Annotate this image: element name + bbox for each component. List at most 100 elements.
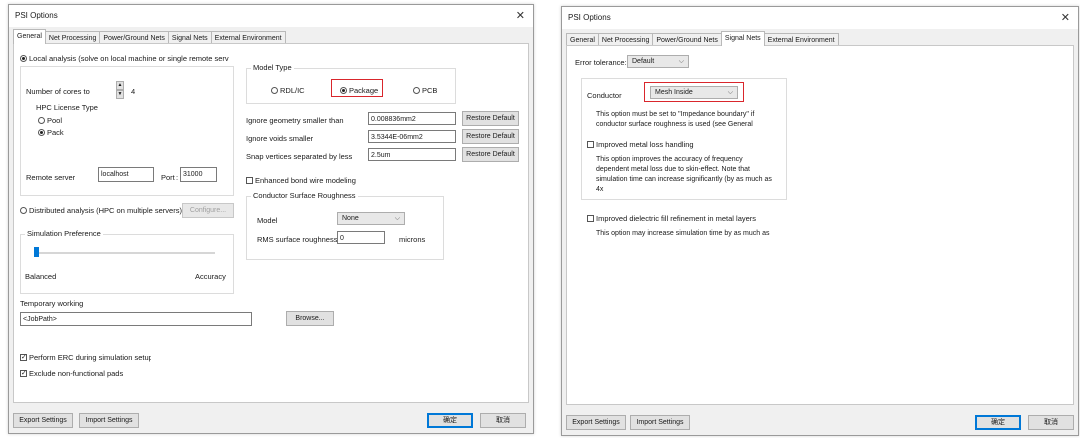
hpc-license-label: HPC License Type [36, 103, 98, 112]
conductor-label: Conductor [587, 91, 622, 100]
right-signal-nets-panel: Error tolerance: Default ⌵ Conductor Mes… [566, 45, 1074, 405]
rms-label: RMS surface roughness: [257, 235, 340, 244]
remote-server-label: Remote server [26, 173, 76, 182]
chevron-down-icon: ⌵ [727, 89, 733, 96]
model-select[interactable]: None ⌵ [337, 212, 405, 225]
chevron-down-icon: ⌵ [394, 215, 400, 222]
conductor-note-line-1: This option must be set to "Impedance bo… [596, 111, 755, 118]
accuracy-label: Accuracy [195, 272, 226, 281]
error-tolerance-label: Error tolerance: [575, 58, 627, 67]
tab-general[interactable]: General [13, 29, 46, 44]
tab-signal-nets[interactable]: Signal Nets [720, 31, 765, 46]
hpc-license-group: HPC License Type Pool Pack [26, 103, 108, 149]
simulation-preference-label: Simulation Preference [25, 229, 103, 238]
metal-loss-label: Improved metal loss handling [596, 140, 694, 149]
conductor-note-line-2: conductor surface roughness is used (see… [596, 121, 753, 128]
import-settings-button[interactable]: Import Settings [630, 415, 690, 430]
browse-button[interactable]: Browse... [286, 311, 334, 326]
bond-wire-label: Enhanced bond wire modeling [255, 176, 356, 185]
left-general-panel: Local analysis (solve on local machine o… [13, 43, 529, 403]
dielectric-label: Improved dielectric fill refinement in m… [596, 214, 757, 223]
distributed-analysis-radio[interactable] [20, 207, 27, 214]
rdl-ic-label: RDL/IC [280, 86, 305, 95]
package-radio[interactable] [340, 87, 347, 94]
metal-loss-note-line-3: simulation time can increase significant… [596, 176, 772, 183]
roughness-group: Conductor Surface Roughness Model None ⌵… [246, 191, 444, 260]
ignore-voids-input[interactable]: 3.5344E-06mm2 [368, 130, 456, 143]
error-tolerance-select[interactable]: Default ⌵ [627, 55, 689, 68]
remote-server-input[interactable]: localhost [98, 167, 154, 182]
microns-label: microns [399, 235, 426, 244]
distributed-analysis-label: Distributed analysis (HPC on multiple se… [29, 206, 182, 215]
erc-checkbox[interactable]: ✓ [20, 354, 27, 361]
snap-vertices-input[interactable]: 2.5um [368, 148, 456, 161]
pool-label: Pool [47, 116, 63, 125]
cancel-button[interactable]: 取消 [1028, 415, 1074, 430]
ignore-geometry-label: Ignore geometry smaller than [246, 116, 344, 125]
pcb-label: PCB [422, 86, 438, 95]
exclude-pads-checkbox[interactable]: ✓ [20, 370, 27, 377]
configure-button[interactable]: Configure... [182, 203, 234, 218]
pack-label: Pack [47, 128, 64, 137]
model-label: Model [257, 216, 278, 225]
slider-thumb[interactable] [34, 247, 39, 257]
export-settings-button[interactable]: Export Settings [566, 415, 626, 430]
roughness-label: Conductor Surface Roughness [251, 191, 358, 200]
local-analysis-label: Local analysis (solve on local machine o… [29, 54, 229, 63]
restore-default-voids-button[interactable]: Restore Default [462, 129, 519, 144]
ok-button[interactable]: 确定 [975, 415, 1021, 430]
model-type-group: Model Type RDL/IC Package PCB [246, 63, 456, 104]
conductor-select[interactable]: Mesh Inside ⌵ [650, 86, 738, 99]
pack-radio[interactable] [38, 129, 45, 136]
slider-track[interactable] [35, 252, 215, 254]
exclude-pads-label: Exclude non-functional pads [29, 369, 124, 378]
rdl-ic-radio[interactable] [271, 87, 278, 94]
dielectric-checkbox[interactable] [587, 215, 594, 222]
right-dialog: PSI Options ✕ General Net Processing Pow… [561, 6, 1079, 436]
close-icon[interactable]: ✕ [516, 9, 525, 22]
close-icon[interactable]: ✕ [1061, 11, 1070, 24]
restore-default-geometry-button[interactable]: Restore Default [462, 111, 519, 126]
left-title-bar: PSI Options ✕ [9, 5, 533, 27]
model-select-value: None [342, 215, 359, 222]
ok-button[interactable]: 确定 [427, 413, 473, 428]
bond-wire-checkbox[interactable] [246, 177, 253, 184]
ignore-voids-label: Ignore voids smaller [246, 134, 314, 143]
pool-radio[interactable] [38, 117, 45, 124]
metal-loss-checkbox[interactable] [587, 141, 594, 148]
rms-input[interactable]: 0 [337, 231, 385, 244]
temporary-working-input[interactable]: <JobPath> [20, 312, 252, 326]
export-settings-button[interactable]: Export Settings [13, 413, 73, 428]
import-settings-button[interactable]: Import Settings [79, 413, 139, 428]
cores-value[interactable]: 4 [131, 87, 135, 96]
simulation-preference-group: Simulation Preference Balanced Accuracy [20, 229, 234, 294]
spinner-up-icon[interactable]: ▲ [116, 81, 124, 90]
snap-vertices-label: Snap vertices separated by less [246, 152, 353, 161]
erc-label: Perform ERC during simulation setup [29, 353, 151, 362]
metal-loss-note-line-1: This option improves the accuracy of fre… [596, 156, 743, 163]
port-label: Port [161, 173, 175, 182]
ignore-geometry-input[interactable]: 0.008836mm2 [368, 112, 456, 125]
left-dialog-title: PSI Options [15, 11, 58, 20]
conductor-group: Conductor Mesh Inside ⌵ This option must… [581, 78, 787, 200]
cores-label: Number of cores to [26, 87, 90, 96]
dielectric-note: This option may increase simulation time… [596, 230, 770, 237]
metal-loss-note-line-4: 4x [596, 186, 604, 191]
package-label: Package [349, 86, 379, 95]
conductor-select-value: Mesh Inside [655, 89, 693, 96]
local-analysis-radio[interactable] [20, 55, 27, 62]
port-input[interactable]: 31000 [180, 167, 217, 182]
metal-loss-note-line-2: dependent metal loss due to skin-effect.… [596, 166, 750, 173]
balanced-label: Balanced [25, 272, 57, 281]
left-dialog: PSI Options ✕ General Net Processing Pow… [8, 4, 534, 434]
pcb-radio[interactable] [413, 87, 420, 94]
error-tolerance-value: Default [632, 58, 655, 65]
cancel-button[interactable]: 取消 [480, 413, 526, 428]
spinner-down-icon[interactable]: ▼ [116, 90, 124, 99]
model-type-label: Model Type [251, 63, 294, 72]
chevron-down-icon: ⌵ [678, 58, 684, 65]
local-analysis-group: Number of cores to ▲ ▼ 4 HPC License Typ… [20, 66, 234, 196]
right-title-bar: PSI Options ✕ [562, 7, 1078, 29]
temporary-working-label: Temporary working [20, 299, 84, 308]
restore-default-snap-button[interactable]: Restore Default [462, 147, 519, 162]
